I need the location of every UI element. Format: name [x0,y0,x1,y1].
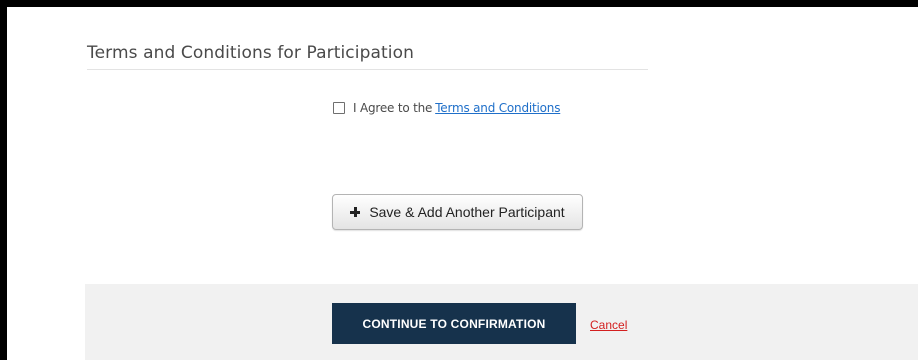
page-frame: Terms and Conditions for Participation I… [7,7,918,360]
terms-agree-label: I Agree to the [353,101,433,115]
plus-icon [350,207,361,217]
cancel-link[interactable]: Cancel [590,318,627,332]
terms-agreement-row: I Agree to the Terms and Conditions [333,101,560,115]
section-title: Terms and Conditions for Participation [87,43,414,63]
title-divider [87,69,648,70]
continue-to-confirmation-button[interactable]: CONTINUE TO CONFIRMATION [332,303,576,344]
save-and-add-participant-label: Save & Add Another Participant [369,204,565,220]
save-and-add-participant-button[interactable]: Save & Add Another Participant [332,194,583,230]
terms-agree-checkbox[interactable] [333,102,345,114]
footer-action-bar: CONTINUE TO CONFIRMATION Cancel [85,284,918,360]
terms-and-conditions-link[interactable]: Terms and Conditions [435,101,560,115]
